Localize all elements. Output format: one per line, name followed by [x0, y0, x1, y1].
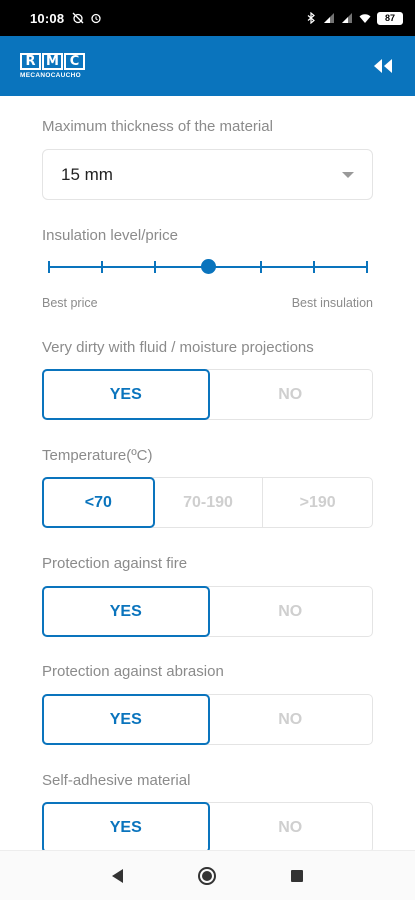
- thickness-select[interactable]: 15 mm: [42, 149, 373, 200]
- alarm-off-icon: [72, 12, 84, 24]
- bluetooth-icon: [307, 12, 315, 24]
- back-icon[interactable]: [112, 868, 123, 883]
- filter-form: Maximum thickness of the material 15 mm …: [0, 96, 415, 850]
- logo-subtitle: MECANOCAUCHO: [20, 72, 82, 79]
- app-bar: R M C MECANOCAUCHO: [0, 36, 415, 96]
- temperature-toggle: <70 70-190 >190: [42, 477, 373, 528]
- dirty-toggle: YES NO: [42, 369, 373, 420]
- slider-max-label: Best insulation: [291, 296, 373, 310]
- dirty-no-option[interactable]: NO: [209, 370, 373, 419]
- status-time: 10:08: [30, 10, 65, 26]
- logo-letter: C: [64, 53, 85, 70]
- slider-tick: [48, 261, 50, 273]
- signal-icon: [342, 13, 352, 23]
- temperature-high-option[interactable]: >190: [262, 478, 372, 527]
- abrasion-toggle: YES NO: [42, 694, 373, 745]
- slider-tick: [260, 261, 262, 273]
- status-bar: 10:08 87: [0, 0, 415, 36]
- temperature-mid-option[interactable]: 70-190: [154, 478, 263, 527]
- dirty-yes-option[interactable]: YES: [42, 369, 210, 420]
- slider-tick: [313, 261, 315, 273]
- logo-letter: M: [42, 53, 63, 70]
- app-logo: R M C MECANOCAUCHO: [20, 53, 85, 79]
- recent-apps-icon[interactable]: [291, 869, 303, 882]
- wifi-icon: [359, 14, 371, 23]
- thickness-label: Maximum thickness of the material: [42, 118, 273, 135]
- fire-yes-option[interactable]: YES: [42, 586, 210, 637]
- home-icon[interactable]: [198, 866, 216, 885]
- slider-tick: [154, 261, 156, 273]
- double-chevron-left-icon[interactable]: [371, 56, 395, 76]
- insulation-label: Insulation level/price: [42, 227, 178, 244]
- slider-min-label: Best price: [42, 296, 98, 310]
- adhesive-no-option[interactable]: NO: [209, 803, 373, 850]
- logo-letter: R: [20, 53, 41, 70]
- adhesive-yes-option[interactable]: YES: [42, 802, 210, 850]
- slider-tick: [366, 261, 368, 273]
- alarm-icon: [91, 13, 101, 24]
- fire-label: Protection against fire: [42, 555, 188, 572]
- fire-no-option[interactable]: NO: [209, 587, 373, 636]
- signal-icon: [324, 13, 334, 23]
- thickness-value: 15 mm: [61, 164, 113, 184]
- slider-thumb[interactable]: [200, 259, 216, 274]
- abrasion-yes-option[interactable]: YES: [42, 694, 210, 745]
- dropdown-arrow-icon: [342, 171, 354, 178]
- insulation-slider[interactable]: [48, 256, 368, 276]
- fire-toggle: YES NO: [42, 586, 373, 637]
- system-nav-bar: [0, 850, 415, 900]
- adhesive-toggle: YES NO: [42, 802, 373, 850]
- temperature-low-option[interactable]: <70: [42, 477, 155, 528]
- battery-level: 87: [384, 13, 395, 23]
- adhesive-label: Self-adhesive material: [42, 772, 191, 789]
- battery-icon: 87: [377, 11, 403, 25]
- abrasion-no-option[interactable]: NO: [209, 695, 373, 744]
- temperature-label: Temperature(ºC): [42, 447, 153, 464]
- abrasion-label: Protection against abrasion: [42, 663, 224, 680]
- dirty-label: Very dirty with fluid / moisture project…: [42, 339, 314, 356]
- slider-tick: [101, 261, 103, 273]
